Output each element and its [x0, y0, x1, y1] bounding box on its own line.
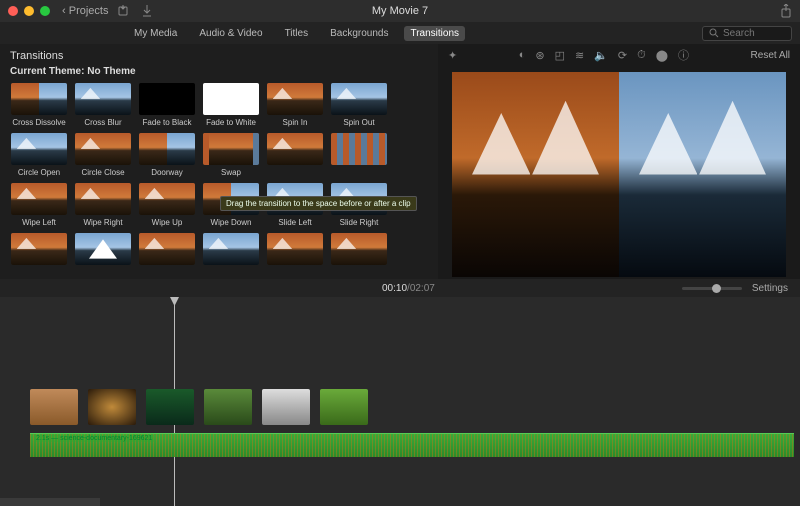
close-window-button[interactable]	[8, 6, 18, 16]
video-track	[30, 389, 368, 425]
minimize-window-button[interactable]	[24, 6, 34, 16]
tab-transitions[interactable]: Transitions	[404, 26, 465, 41]
clip-deer[interactable]	[320, 389, 368, 425]
transition-label: Cross Blur	[84, 118, 121, 127]
transition-item[interactable]: Circle Open	[10, 133, 68, 177]
clip-elephant[interactable]	[30, 389, 78, 425]
clip-tiger[interactable]	[88, 389, 136, 425]
zoom-window-button[interactable]	[40, 6, 50, 16]
transition-label: Cross Dissolve	[12, 118, 65, 127]
stabilization-icon[interactable]: ≋	[575, 49, 584, 62]
clip-filter-icon[interactable]: ⬤	[656, 49, 668, 62]
audio-clip-label: 2.1s — science-documentary-169621	[34, 435, 154, 442]
transition-label: Slide Left	[278, 218, 311, 227]
clip-rhino[interactable]	[204, 389, 252, 425]
library-tabbar: My Media Audio & Video Titles Background…	[0, 22, 800, 44]
color-correction-icon[interactable]: ⊛	[535, 49, 544, 62]
transition-label: Wipe Up	[152, 218, 183, 227]
scrollbar-stub[interactable]	[0, 498, 100, 506]
preview-canvas[interactable]	[452, 72, 786, 277]
tab-titles[interactable]: Titles	[279, 26, 315, 41]
noise-reduction-icon[interactable]: ⟳	[618, 49, 627, 62]
back-to-projects-button[interactable]: ‹ Projects	[62, 5, 108, 17]
timecode-total: 02:07	[410, 283, 435, 294]
timecode-bar: 00:10 / 02:07 Settings	[0, 279, 800, 297]
transition-item[interactable]: Circle Close	[74, 133, 132, 177]
clip-penguin[interactable]	[262, 389, 310, 425]
info-icon[interactable]: ⓘ	[678, 47, 689, 63]
chevron-left-icon: ‹	[62, 5, 66, 17]
share-icon[interactable]	[780, 4, 792, 18]
speed-icon[interactable]: ⏱	[637, 49, 646, 62]
transition-item[interactable]: Wipe Up	[138, 183, 196, 227]
transition-item[interactable]: Spin In	[266, 83, 324, 127]
clip-parrot[interactable]	[146, 389, 194, 425]
transition-label: Wipe Down	[211, 218, 252, 227]
timeline[interactable]: 2.1s — science-documentary-169621	[0, 297, 800, 506]
titlebar: ‹ Projects My Movie 7	[0, 0, 800, 22]
transition-label: Spin In	[283, 118, 308, 127]
transition-label: Doorway	[151, 168, 183, 177]
drag-tooltip: Drag the transition to the space before …	[220, 196, 417, 211]
transition-item[interactable]: Cross Blur	[74, 83, 132, 127]
transition-item[interactable]	[74, 233, 132, 277]
timeline-settings-button[interactable]: Settings	[752, 283, 788, 294]
transition-label: Circle Close	[81, 168, 124, 177]
transition-item[interactable]: Doorway	[138, 133, 196, 177]
browser-title: Transitions	[0, 44, 438, 66]
transition-label: Spin Out	[343, 118, 374, 127]
transition-item[interactable]	[202, 233, 260, 277]
viewer-toolbar: ✦ ◐ ⊛ ◰ ≋ 🔈 ⟳ ⏱ ⬤ ⓘ Reset All	[438, 44, 800, 66]
transition-item[interactable]: Wipe Right	[74, 183, 132, 227]
search-icon	[709, 28, 719, 38]
crop-icon[interactable]: ◰	[555, 49, 565, 62]
transition-item[interactable]	[266, 133, 324, 177]
transition-item[interactable]	[330, 133, 388, 177]
transition-item[interactable]: Cross Dissolve	[10, 83, 68, 127]
transition-item[interactable]	[266, 233, 324, 277]
transition-item[interactable]: Swap	[202, 133, 260, 177]
transition-label: Slide Right	[340, 218, 379, 227]
download-icon[interactable]	[142, 5, 152, 17]
transition-item[interactable]: Wipe Left	[10, 183, 68, 227]
viewer-panel: ✦ ◐ ⊛ ◰ ≋ 🔈 ⟳ ⏱ ⬤ ⓘ Reset All	[438, 44, 800, 279]
audio-track[interactable]: 2.1s — science-documentary-169621	[30, 433, 794, 457]
color-balance-icon[interactable]: ◐	[519, 49, 526, 61]
import-media-icon[interactable]	[118, 5, 132, 17]
search-placeholder: Search	[723, 28, 755, 39]
tab-audio-video[interactable]: Audio & Video	[193, 26, 268, 41]
volume-icon[interactable]: 🔈	[594, 49, 608, 62]
transition-label: Wipe Left	[22, 218, 56, 227]
transition-label: Fade to Black	[143, 118, 192, 127]
transition-item[interactable]: Fade to Black	[138, 83, 196, 127]
transition-label: Swap	[221, 168, 241, 177]
transitions-browser: Transitions Current Theme: No Theme Cros…	[0, 44, 438, 279]
timecode-current: 00:10	[382, 283, 407, 294]
transition-item[interactable]: Spin Out	[330, 83, 388, 127]
transition-label: Fade to White	[206, 118, 256, 127]
theme-label: Current Theme: No Theme	[0, 66, 438, 83]
search-input[interactable]: Search	[702, 26, 792, 41]
transition-label: Wipe Right	[83, 218, 122, 227]
reset-all-button[interactable]: Reset All	[751, 50, 790, 61]
magic-wand-icon[interactable]: ✦	[448, 49, 457, 62]
tab-backgrounds[interactable]: Backgrounds	[324, 26, 394, 41]
transition-item[interactable]	[138, 233, 196, 277]
zoom-slider[interactable]	[682, 287, 742, 290]
back-label: Projects	[69, 5, 109, 17]
transition-item[interactable]	[330, 233, 388, 277]
tab-my-media[interactable]: My Media	[128, 26, 183, 41]
transition-label: Circle Open	[18, 168, 60, 177]
transition-item[interactable]	[10, 233, 68, 277]
transition-item[interactable]: Fade to White	[202, 83, 260, 127]
window-controls	[8, 6, 50, 16]
